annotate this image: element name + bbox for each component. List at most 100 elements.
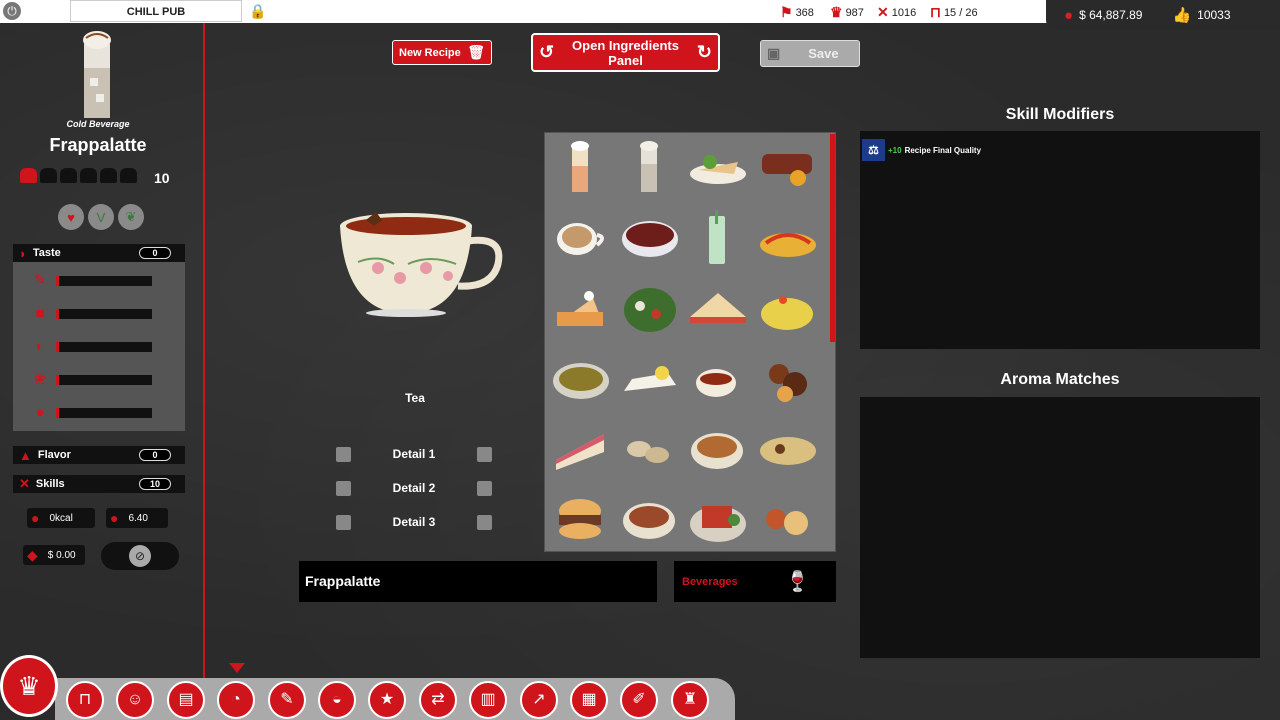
floppy-disk-icon: ▣ xyxy=(767,45,781,61)
power-icon[interactable]: ⏻ xyxy=(3,2,21,20)
rating-value: 6.40 xyxy=(128,512,148,524)
recipe-tile[interactable] xyxy=(620,352,678,410)
recipe-tile[interactable] xyxy=(758,280,816,338)
taste-label: Taste xyxy=(32,247,61,259)
likes-value: 10033 xyxy=(1197,8,1231,22)
recipe-tile[interactable] xyxy=(688,208,746,266)
price-toggle-button[interactable]: ⊘ xyxy=(101,542,179,570)
star-nav-button[interactable]: ★ xyxy=(368,681,406,719)
heartbeat-icon[interactable]: ♥ xyxy=(58,204,84,230)
recipe-tile[interactable] xyxy=(620,136,678,194)
open-ingredients-button[interactable]: ↺ Open Ingredients Panel ↻ xyxy=(531,33,720,72)
save-button[interactable]: ▣ Save xyxy=(760,40,860,67)
aroma-matches-panel xyxy=(860,397,1260,658)
toggle-nav-button[interactable]: ⇄ xyxy=(419,681,457,719)
chef-stat: ♛ 987 xyxy=(830,4,864,21)
detail-2-left-checkbox[interactable] xyxy=(336,480,351,496)
detail-2-label: Detail 2 xyxy=(392,481,436,495)
left-divider xyxy=(203,23,205,678)
new-recipe-button[interactable]: New Recipe 🗑 xyxy=(392,40,492,65)
salty-bar xyxy=(56,309,152,319)
sour-row: ◐ xyxy=(30,337,152,357)
rotate-right-icon: ↻ xyxy=(696,42,712,62)
detail-1-left-checkbox[interactable] xyxy=(336,446,351,462)
recipe-tile[interactable] xyxy=(758,136,816,194)
price-tag-icon: ◆ xyxy=(27,546,38,563)
chef-hat-icon xyxy=(100,168,117,183)
grid-scrollbar[interactable] xyxy=(830,134,835,342)
table-icon: ⊓ xyxy=(930,4,941,20)
category-dropdown[interactable]: Beverages 🍷 xyxy=(674,561,836,602)
recipe-tile[interactable] xyxy=(551,208,609,266)
recipe-tile[interactable] xyxy=(688,280,746,338)
price-box[interactable]: ◆ $ 0.00 xyxy=(23,545,85,565)
salty-row: ■ xyxy=(30,304,152,324)
detail-3-right-checkbox[interactable] xyxy=(477,514,492,530)
recipe-tile[interactable] xyxy=(688,352,746,410)
detail-2-row: Detail 2 xyxy=(336,480,492,496)
cutlery-stat: ✕ 1016 xyxy=(877,4,916,21)
recipe-tile[interactable] xyxy=(620,490,678,548)
recipe-tile[interactable] xyxy=(758,420,816,478)
recipe-tile[interactable] xyxy=(551,490,609,548)
stats-nav-button[interactable]: ↗ xyxy=(520,681,558,719)
detail-3-left-checkbox[interactable] xyxy=(336,514,351,530)
flavor-bar: ▲ Flavor 0 xyxy=(13,446,185,464)
detail-1-row: Detail 1 xyxy=(336,446,492,462)
staff-nav-button[interactable]: ☺ xyxy=(116,681,154,719)
recipe-tile[interactable] xyxy=(551,136,609,194)
lock-icon[interactable]: 🔒 xyxy=(249,3,266,20)
chef-hat-icon xyxy=(60,168,77,183)
building-nav-button[interactable]: ▥ xyxy=(469,681,507,719)
pub-name-field[interactable]: CHILL PUB xyxy=(70,0,242,22)
sweet-row: ❀ xyxy=(30,370,152,390)
recipe-tile[interactable] xyxy=(758,490,816,548)
castle-nav-button[interactable]: ♜ xyxy=(671,681,709,719)
money-bag-icon: ● xyxy=(1064,6,1074,24)
table-stat-value: 15 / 26 xyxy=(943,6,978,19)
chef-hat-icon xyxy=(120,168,137,183)
recipe-tile[interactable] xyxy=(758,208,816,266)
skill-modifiers-title: Skill Modifiers xyxy=(1005,106,1115,123)
wine-bottle-icon: 🍷 xyxy=(785,571,810,593)
recipe-tile[interactable] xyxy=(620,420,678,478)
recipe-tile[interactable] xyxy=(688,490,746,548)
recipe-tile[interactable] xyxy=(688,136,746,194)
chef-hat-icon xyxy=(80,168,97,183)
recipe-tile[interactable] xyxy=(758,352,816,410)
recipe-tile[interactable] xyxy=(551,280,609,338)
hat-score: 10 xyxy=(154,170,170,186)
recipe-tile[interactable] xyxy=(551,352,609,410)
bitter-bar xyxy=(56,408,152,418)
spicy-bar xyxy=(56,276,152,286)
chef-hat-menu-button[interactable]: ♛ xyxy=(0,655,58,717)
new-recipe-label: New Recipe xyxy=(399,46,461,59)
menu-board-nav-button[interactable]: ▤ xyxy=(167,681,205,719)
open-ingredients-label: Open Ingredients xyxy=(572,37,679,53)
recipe-tile[interactable] xyxy=(551,420,609,478)
recipe-grid-panel xyxy=(544,132,836,552)
chef-hat-icon: ♛ xyxy=(830,4,843,20)
recipe-tile[interactable] xyxy=(688,420,746,478)
detail-2-right-checkbox[interactable] xyxy=(477,480,492,496)
table-nav-button[interactable]: ⊓ xyxy=(66,681,104,719)
vegetarian-icon[interactable]: V xyxy=(88,204,114,230)
recipe-name-input[interactable]: Frappalatte xyxy=(299,561,657,602)
cutlery-stat-value: 1016 xyxy=(891,6,917,19)
cloche-nav-button[interactable]: ◒ xyxy=(318,681,356,719)
calendar-nav-button[interactable]: ▦ xyxy=(570,681,608,719)
leaf-icon[interactable]: ❦ xyxy=(118,204,144,230)
flavor-label: Flavor xyxy=(37,449,71,461)
sour-bar xyxy=(56,342,152,352)
recipe-nav-button[interactable]: ◔ xyxy=(217,681,255,719)
clipboard-nav-button[interactable]: ✎ xyxy=(268,681,306,719)
detail-1-right-checkbox[interactable] xyxy=(477,446,492,462)
recipe-tile[interactable] xyxy=(620,208,678,266)
recipe-tile[interactable] xyxy=(620,280,678,338)
document-nav-button[interactable]: ✐ xyxy=(620,681,658,719)
price-value: $ 0.00 xyxy=(47,549,76,561)
trash-icon: 🗑 xyxy=(467,44,485,60)
skills-label: Skills xyxy=(35,478,65,490)
dish-title: Frappalatte xyxy=(49,135,147,155)
hat-rating xyxy=(20,168,137,183)
